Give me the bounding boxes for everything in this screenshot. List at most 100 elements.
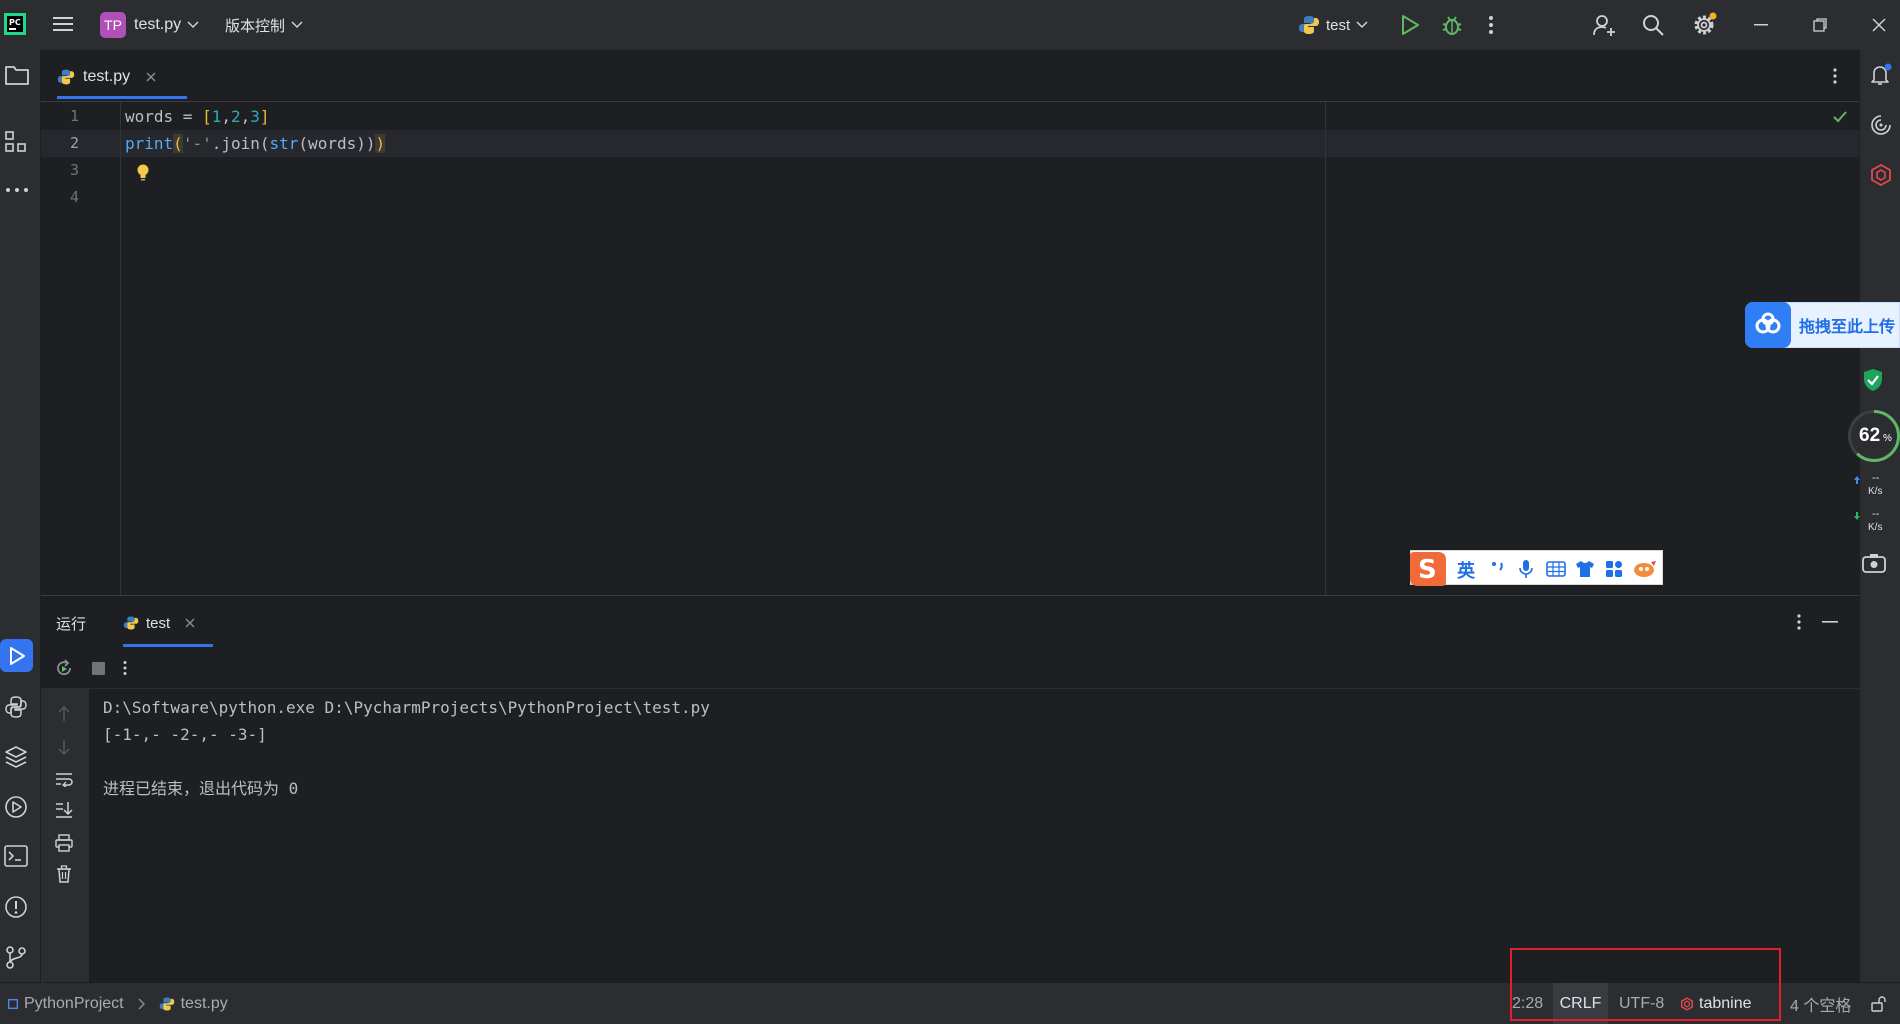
python-icon xyxy=(123,615,139,631)
scroll-down-icon[interactable] xyxy=(57,739,71,755)
editor-tab-test-py[interactable]: test.py xyxy=(57,62,156,92)
upload-speed-unit: K/s xyxy=(1868,486,1883,497)
search-icon[interactable] xyxy=(1642,14,1664,36)
token: ( xyxy=(173,134,183,153)
toolbox-grid-icon[interactable] xyxy=(1605,560,1623,578)
line-number: 2 xyxy=(69,134,79,152)
line-number-gutter: 1 2 3 4 xyxy=(41,102,121,595)
code-line-2: print('-'.join(str(words))) xyxy=(125,134,386,153)
no-problems-check-icon[interactable] xyxy=(1832,110,1848,124)
token: 2 xyxy=(231,107,241,126)
breadcrumb: PythonProject test.py xyxy=(8,983,228,1024)
rerun-icon[interactable] xyxy=(55,659,73,677)
cpu-percent-value: 62 xyxy=(1859,425,1881,446)
python-console-icon[interactable] xyxy=(4,695,28,719)
right-margin-guide xyxy=(1325,102,1326,595)
breadcrumb-file[interactable]: test.py xyxy=(181,995,228,1013)
console-output[interactable]: D:\Software\python.exe D:\PycharmProject… xyxy=(89,689,1859,982)
code-editor[interactable]: 1 2 3 4 words = [1,2,3] print('-'.join(s… xyxy=(41,102,1859,595)
python-file-icon xyxy=(57,68,75,86)
run-config-selector[interactable]: test xyxy=(1298,12,1368,38)
microphone-icon[interactable] xyxy=(1519,559,1533,579)
problems-icon[interactable] xyxy=(4,895,28,919)
skin-shirt-icon[interactable] xyxy=(1575,560,1595,578)
run-tool-window-header: 运行 test xyxy=(41,595,1859,647)
chevron-down-icon xyxy=(187,21,199,29)
python-file-icon xyxy=(159,996,175,1012)
services-icon[interactable] xyxy=(4,795,28,819)
chevron-down-icon xyxy=(291,21,303,29)
project-folder-icon[interactable] xyxy=(5,65,29,85)
run-toolbar-more-icon[interactable] xyxy=(122,660,128,676)
run-tool-window-title: 运行 xyxy=(56,616,87,633)
notifications-bell-icon[interactable] xyxy=(1869,63,1893,87)
close-tab-icon[interactable] xyxy=(146,72,156,82)
ime-mode-label[interactable]: 英 xyxy=(1457,557,1475,583)
cpu-percent-sign: % xyxy=(1883,433,1892,444)
run-tool-button[interactable] xyxy=(0,639,33,672)
download-speed-value: -- xyxy=(1872,508,1880,520)
module-icon xyxy=(8,999,18,1009)
more-actions-icon[interactable] xyxy=(1488,14,1494,36)
keyboard-icon[interactable] xyxy=(1546,561,1566,577)
sogou-logo-icon: S xyxy=(1408,548,1448,588)
scroll-up-icon[interactable] xyxy=(57,706,71,722)
git-branch-icon[interactable] xyxy=(4,945,28,969)
run-tab-test[interactable]: test xyxy=(123,610,195,636)
settings-gear-icon[interactable] xyxy=(1692,12,1718,38)
tabnine-icon[interactable] xyxy=(1869,163,1893,187)
annotation-highlight-box xyxy=(1510,948,1781,1021)
indent-widget[interactable]: 4 个空格 xyxy=(1790,983,1851,1024)
print-icon[interactable] xyxy=(55,834,73,852)
project-name: test.py xyxy=(134,16,182,33)
structure-icon[interactable] xyxy=(5,131,27,153)
mascot-icon[interactable] xyxy=(1633,560,1657,578)
soft-wrap-icon[interactable] xyxy=(55,771,73,787)
run-panel-options-icon[interactable] xyxy=(1796,613,1802,631)
title-bar: PC TP test.py 版本控制 test xyxy=(0,0,1900,50)
line-number: 1 xyxy=(69,107,79,125)
clear-all-trash-icon[interactable] xyxy=(56,865,72,883)
ai-assistant-icon[interactable] xyxy=(1869,113,1893,137)
more-tools-icon[interactable] xyxy=(5,187,29,193)
debug-icon[interactable] xyxy=(1441,14,1463,36)
hide-panel-icon[interactable] xyxy=(1822,621,1838,623)
sogou-ime-toolbar[interactable]: S 英 xyxy=(1408,548,1663,588)
editor-tabs-more-icon[interactable] xyxy=(1832,67,1838,85)
scroll-to-end-icon[interactable] xyxy=(55,801,73,819)
pycharm-logo-icon[interactable]: PC xyxy=(4,13,26,35)
run-toolbar xyxy=(41,647,1859,689)
token: '-' xyxy=(182,134,212,153)
console-line: 进程已结束，退出代码为 0 xyxy=(103,779,299,798)
close-tab-icon[interactable] xyxy=(185,618,195,628)
vcs-menu[interactable]: 版本控制 xyxy=(225,12,303,38)
run-icon[interactable] xyxy=(1400,14,1420,36)
window-restore-icon[interactable] xyxy=(1813,18,1827,32)
read-only-lock-icon[interactable] xyxy=(1871,983,1887,1024)
token: , xyxy=(221,107,231,126)
stop-icon[interactable] xyxy=(92,662,105,675)
token: .join( xyxy=(211,134,270,153)
terminal-icon[interactable] xyxy=(4,845,28,867)
main-menu-icon[interactable] xyxy=(52,14,74,34)
token: words xyxy=(125,107,174,126)
console-line: [-1-,- -2-,- -3-] xyxy=(103,725,267,744)
console-line: D:\Software\python.exe D:\PycharmProject… xyxy=(103,698,710,717)
intention-bulb-icon[interactable] xyxy=(136,164,150,182)
punctuation-icon[interactable] xyxy=(1491,560,1505,576)
baidu-netdisk-upload-widget[interactable]: 拖拽至此上传 xyxy=(1745,302,1900,348)
system-monitor-widget[interactable]: 62 % -- K/s -- K/s xyxy=(1848,368,1900,583)
window-close-icon[interactable] xyxy=(1872,18,1886,32)
layers-icon[interactable] xyxy=(4,745,28,769)
project-badge: TP xyxy=(100,12,126,38)
screenshot-camera-icon[interactable] xyxy=(1862,553,1886,573)
baidu-upload-label: 拖拽至此上传 xyxy=(1799,319,1896,336)
chevron-down-icon xyxy=(1356,21,1368,29)
window-minimize-icon[interactable] xyxy=(1754,24,1768,26)
breadcrumb-project[interactable]: PythonProject xyxy=(24,995,124,1013)
left-tool-stripe xyxy=(0,50,41,982)
add-user-icon[interactable] xyxy=(1592,13,1616,37)
download-speed-unit: K/s xyxy=(1868,522,1883,533)
project-switcher[interactable]: TP test.py xyxy=(100,12,199,38)
